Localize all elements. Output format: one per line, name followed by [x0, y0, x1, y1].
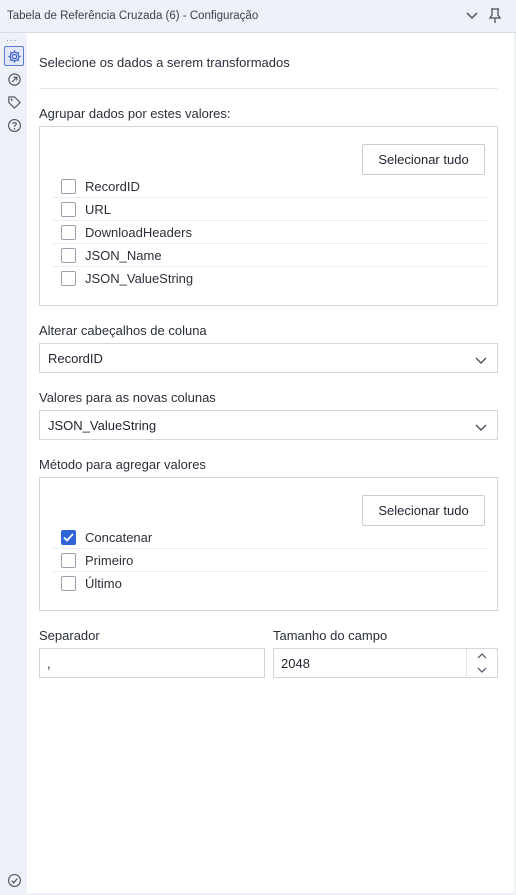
checkbox-json-valuestring[interactable] [61, 271, 76, 286]
list-item[interactable]: URL [52, 198, 487, 221]
checkbox-primeiro[interactable] [61, 552, 76, 568]
list-item-label: Concatenar [85, 529, 153, 545]
separator-input[interactable]: , [39, 648, 265, 678]
column-headers-label: Alterar cabeçalhos de coluna [39, 323, 207, 338]
checkbox-recordid[interactable] [61, 178, 76, 194]
field-size-label: Tamanho do campo [273, 628, 388, 643]
list-item[interactable]: Primeiro [52, 549, 487, 572]
column-headers-select[interactable]: RecordID [39, 343, 498, 373]
more-dots[interactable]: ... [6, 33, 17, 44]
window-title: Tabela de Referência Cruzada (6) - Confi… [7, 10, 259, 22]
field-size-stepper[interactable]: 2048 [273, 648, 498, 678]
new-columns-values-select[interactable]: JSON_ValueString [39, 410, 498, 440]
chevron-down-icon[interactable] [464, 8, 480, 24]
column-headers-value: RecordID [48, 350, 103, 366]
field-size-value: 2048 [281, 655, 310, 671]
output-icon[interactable] [4, 69, 24, 89]
list-item-label: URL [85, 201, 112, 217]
page-title: Selecione os dados a serem transformados [39, 55, 290, 70]
check-circle-icon [5, 871, 23, 889]
stepper-controls [466, 649, 497, 677]
group-select-all-button[interactable]: Selecionar tudo [362, 144, 485, 175]
new-columns-values-value: JSON_ValueString [48, 417, 157, 433]
list-item-label: Último [85, 576, 122, 591]
tag-icon[interactable] [4, 92, 24, 112]
method-select-all-button[interactable]: Selecionar tudo [362, 495, 485, 526]
chevron-down-icon[interactable] [467, 663, 497, 677]
list-item-label: DownloadHeaders [85, 224, 192, 240]
title-bar: Tabela de Referência Cruzada (6) - Confi… [0, 0, 516, 33]
checkbox-ultimo[interactable] [61, 576, 76, 591]
side-rail: ... [0, 33, 27, 895]
pin-icon[interactable] [487, 8, 503, 24]
list-item[interactable]: DownloadHeaders [52, 221, 487, 244]
aggregate-method-list: Selecionar tudo Concatenar Primeiro Últi… [39, 477, 498, 611]
group-by-list: Selecionar tudo RecordID URL DownloadHea… [39, 126, 498, 306]
group-by-label: Agrupar dados por estes valores: [39, 106, 231, 121]
aggregate-method-label: Método para agregar valores [39, 457, 206, 472]
list-item[interactable]: RecordID [52, 175, 487, 198]
checkbox-downloadheaders[interactable] [61, 224, 76, 240]
list-item[interactable]: JSON_ValueString [52, 267, 487, 290]
chevron-down-icon [475, 352, 487, 370]
checkbox-json-name[interactable] [61, 247, 76, 263]
list-item-label: Primeiro [85, 552, 134, 568]
separator-value: , [47, 655, 51, 671]
configuration-panel: Selecione os dados a serem transformados… [27, 33, 514, 893]
separator-label: Separador [39, 628, 100, 643]
checkbox-concatenar[interactable] [61, 529, 76, 545]
chevron-up-icon[interactable] [467, 649, 497, 663]
list-item-label: RecordID [85, 178, 140, 194]
list-item-label: JSON_Name [85, 247, 162, 263]
checkbox-url[interactable] [61, 201, 76, 217]
list-item-label: JSON_ValueString [85, 271, 194, 286]
chevron-down-icon [475, 419, 487, 437]
new-columns-values-label: Valores para as novas colunas [39, 390, 216, 405]
list-item[interactable]: JSON_Name [52, 244, 487, 267]
list-item[interactable]: Último [52, 572, 487, 595]
gear-icon[interactable] [4, 46, 24, 66]
list-item[interactable]: Concatenar [52, 526, 487, 549]
divider [39, 88, 498, 89]
help-icon[interactable] [4, 115, 24, 135]
